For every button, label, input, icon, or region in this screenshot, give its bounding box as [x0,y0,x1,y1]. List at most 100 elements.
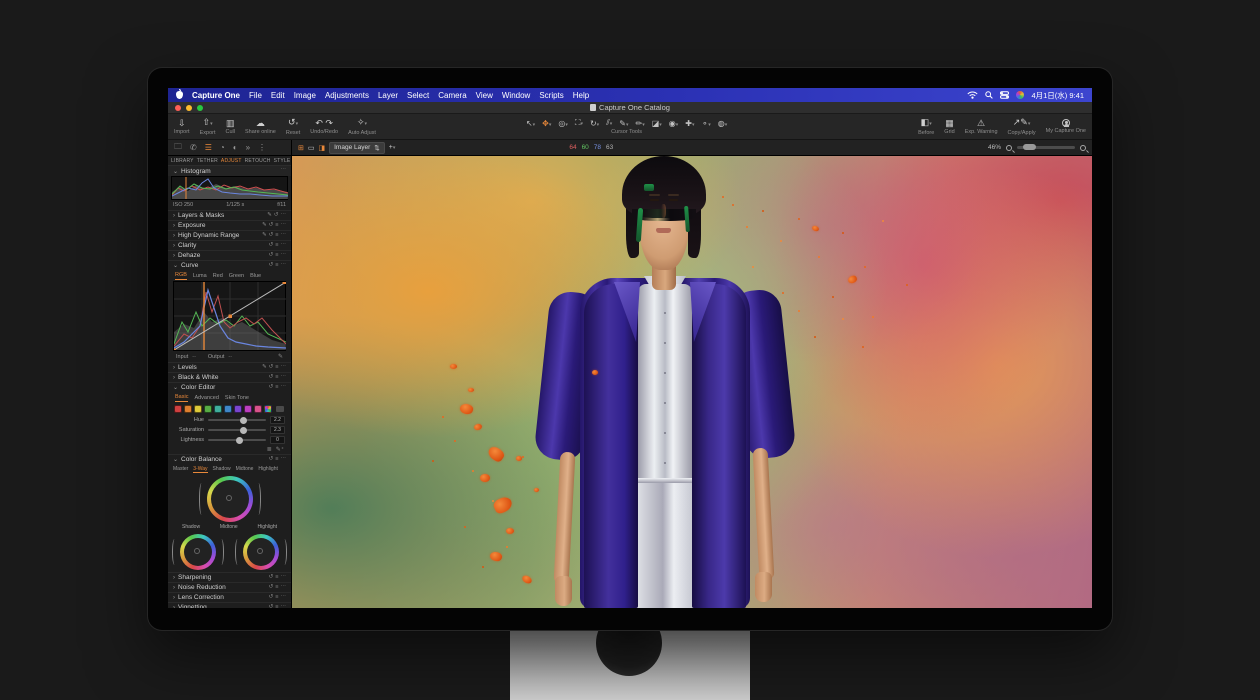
cursor-tool-mask[interactable]: ◍▾ [718,119,728,128]
more-icon[interactable]: ⋯ [281,385,287,391]
highlight-color-wheel[interactable] [243,534,279,570]
lightness-value[interactable]: 0 [270,436,285,444]
more-icon[interactable]: ⋯ [281,575,287,581]
cursor-tool-rotate[interactable]: ↻▾ [590,119,599,128]
cursor-tool-pan[interactable]: ✥▾ [542,119,551,128]
menu-camera[interactable]: Camera [438,91,466,100]
ce-tab-basic[interactable]: Basic [175,394,188,402]
reset-icon[interactable]: ↺ [269,575,274,581]
panel-row-dehaze[interactable]: › Dehaze ↺≡⋯ [168,250,291,260]
reset-icon[interactable]: ↺ [269,365,274,371]
swatch-red[interactable] [174,405,182,413]
panel-row-levels[interactable]: › Levels ✎↺≡⋯ [168,362,291,372]
saturation-slider-handle[interactable] [240,427,247,434]
share-online-button[interactable]: ☁Share online [245,114,276,139]
menu-file[interactable]: File [249,91,262,100]
cursor-tool-brush[interactable]: ✏▾ [636,119,645,128]
menu-edit[interactable]: Edit [271,91,285,100]
swatch-orange[interactable] [184,405,192,413]
presets-icon[interactable]: ≡ [275,595,278,601]
cursor-tool-straighten[interactable]: ⫽▾ [606,118,612,128]
menu-adjustments[interactable]: Adjustments [325,91,369,100]
menu-view[interactable]: View [476,91,493,100]
single-view-icon[interactable]: ▭ [308,144,315,152]
grid-button[interactable]: ▦Grid [944,114,954,139]
reset-icon[interactable]: ↺ [269,375,274,381]
cb-tab-shadow[interactable]: Shadow [213,466,231,472]
menu-window[interactable]: Window [502,91,530,100]
panel-row-curve[interactable]: ⌄ Curve ↺≡⋯ [168,260,291,270]
presets-icon[interactable]: ≡ [275,243,278,249]
presets-icon[interactable]: ≡ [275,385,278,391]
undo-redo-button[interactable]: ↶ ↷Undo/Redo [310,114,338,139]
exposure-warning-button[interactable]: ⚠Exp. Warning [965,114,998,139]
curve-tab-green[interactable]: Green [229,273,244,279]
presets-icon[interactable]: ≡ [275,253,278,259]
zoom-slider-handle[interactable] [1023,144,1036,150]
retouch-tab-icon[interactable]: ◔ [220,143,225,152]
panel-row-color-balance[interactable]: ⌄ Color Balance ↺≡⋯ [168,454,291,464]
menu-select[interactable]: Select [407,91,429,100]
reset-icon[interactable]: ↺ [269,243,274,249]
menu-layer[interactable]: Layer [378,91,398,100]
curve-tab-blue[interactable]: Blue [250,273,261,279]
swatch-blue[interactable] [224,405,232,413]
reset-icon[interactable]: ↺ [269,233,274,239]
saturation-value[interactable]: 2.3 [270,426,285,434]
reset-icon[interactable]: ↺ [269,223,274,229]
layer-selector[interactable]: Image Layer⇅ [329,142,385,154]
cb-tab-3way[interactable]: 3-Way [193,466,207,473]
cursor-tool-clone[interactable]: ◉▾ [669,119,679,128]
wheel-left-slider[interactable] [172,539,177,564]
curve-tab-rgb[interactable]: RGB [175,272,187,280]
more-icon[interactable]: ⋯ [281,243,287,249]
cursor-tool-heal[interactable]: ✚▾ [685,119,694,128]
cull-button[interactable]: ▥Cull [226,114,235,139]
curve-tab-red[interactable]: Red [213,273,223,279]
more-icon[interactable]: ⋯ [281,263,287,269]
more-icon[interactable]: ⋯ [281,233,287,239]
shadow-color-wheel[interactable] [180,534,216,570]
tab-tether[interactable]: TETHER [197,158,218,164]
more-icon[interactable]: ⋯ [281,168,287,174]
reset-button[interactable]: ↺▾Reset [286,114,300,139]
brush-icon[interactable]: ✎ [262,365,267,371]
control-center-icon[interactable] [1000,91,1009,99]
presets-icon[interactable]: ≡ [275,605,278,608]
reset-icon[interactable]: ↺ [269,585,274,591]
adjust-tab-icon[interactable]: ☰ [205,143,212,152]
edit-icon[interactable]: ✎ [267,213,272,219]
histogram-panel-header[interactable]: ⌄ Histogram ⋯ [168,165,291,176]
more-icon[interactable]: ⋯ [281,223,287,229]
panel-row-vignetting[interactable]: › Vignetting ↺≡⋯ [168,602,291,608]
user-orb-icon[interactable] [1016,91,1024,99]
multi-view-icon[interactable]: ⊞ [298,144,304,152]
swatch-purple[interactable] [234,405,242,413]
reset-icon[interactable]: ↺ [269,595,274,601]
presets-icon[interactable]: ≡ [275,375,278,381]
panel-row-exposure[interactable]: › Exposure ✎↺≡⋯ [168,220,291,230]
picker-add-icon[interactable]: ✎⁺ [276,446,284,453]
brush-icon[interactable]: ✎ [262,223,267,229]
more-icon[interactable]: ⋯ [281,457,287,463]
presets-icon[interactable]: ≡ [275,457,278,463]
midtone-color-wheel[interactable] [207,476,253,522]
more-icon[interactable]: ⋯ [281,375,287,381]
before-button[interactable]: ◧▾Before [918,114,934,139]
copy-apply-button[interactable]: ↗✎▾Copy/Apply [1008,114,1036,139]
more-icon[interactable]: ⋯ [281,585,287,591]
reset-icon[interactable]: ↺ [269,605,274,608]
cb-tab-midtone[interactable]: Midtone [236,466,254,472]
tab-library[interactable]: LIBRARY [171,158,194,164]
presets-icon[interactable]: ≡ [275,233,278,239]
presets-icon[interactable]: ≡ [275,365,278,371]
reset-icon[interactable]: ↺ [269,385,274,391]
more-tabs-chevron-icon[interactable]: » [246,143,250,152]
hue-value[interactable]: 2.2 [270,416,285,424]
more-icon[interactable]: ⋯ [281,213,287,219]
panel-row-clarity[interactable]: › Clarity ↺≡⋯ [168,240,291,250]
cursor-tool-spot[interactable]: ⚬▾ [702,119,711,128]
eyedropper-icon[interactable]: ✎ [278,353,283,360]
tether-tab-icon[interactable]: ✆ [190,143,197,152]
add-layer-button[interactable]: +▾ [389,144,396,151]
